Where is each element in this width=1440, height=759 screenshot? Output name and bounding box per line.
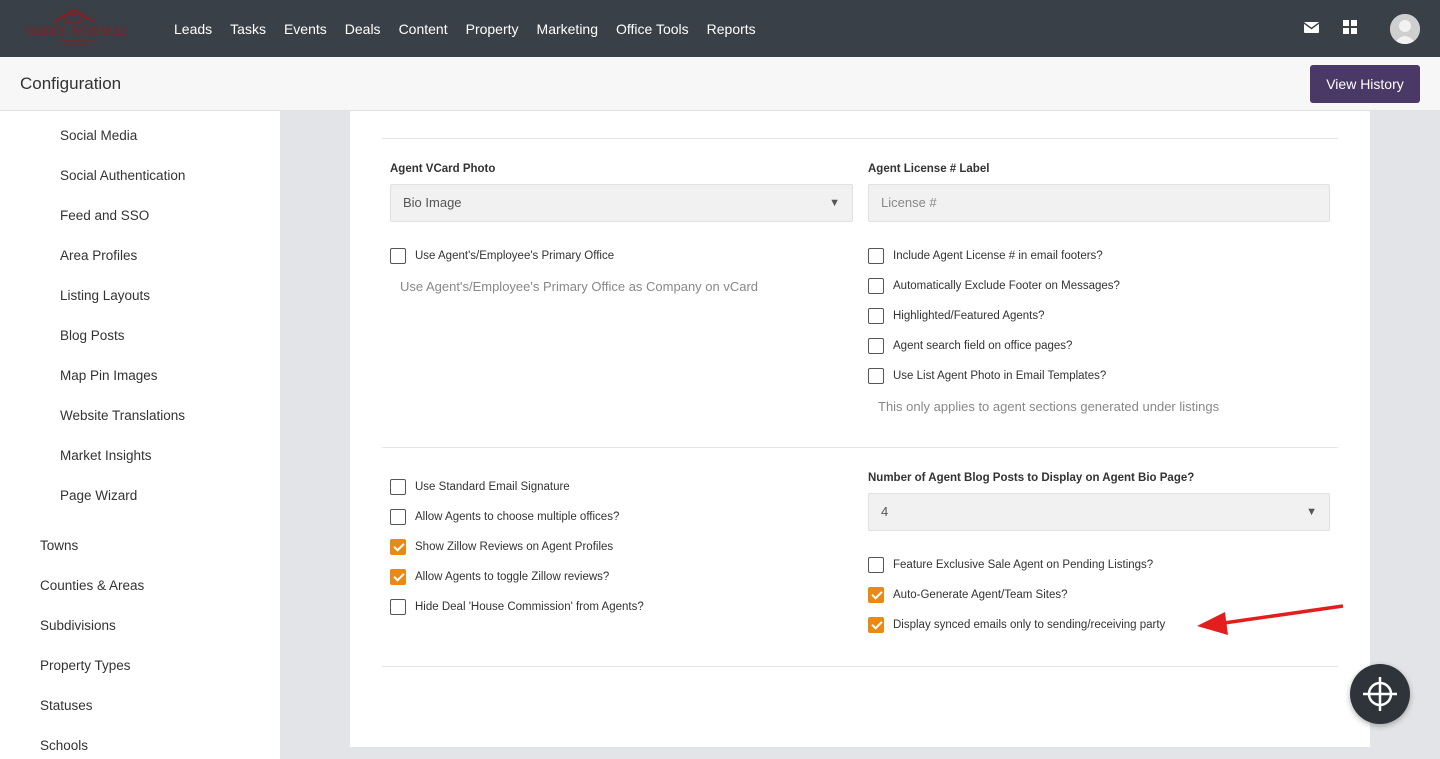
- sidebar-item-social-authentication[interactable]: Social Authentication: [60, 168, 185, 183]
- caret-down-icon: ▼: [1306, 506, 1317, 518]
- nav-events[interactable]: Events: [284, 21, 327, 37]
- checkbox-checked[interactable]: [868, 617, 884, 633]
- nav-marketing[interactable]: Marketing: [537, 21, 598, 37]
- license-label-input[interactable]: License #: [868, 184, 1330, 222]
- sidebar-item-website-translations[interactable]: Website Translations: [60, 408, 185, 423]
- checkbox-label: Auto-Generate Agent/Team Sites?: [893, 589, 1068, 601]
- view-history-button[interactable]: View History: [1310, 65, 1420, 103]
- checkbox-label: Hide Deal 'House Commission' from Agents…: [415, 601, 644, 613]
- license-label-placeholder: License #: [881, 195, 937, 210]
- avatar[interactable]: [1390, 14, 1420, 44]
- checkbox-row[interactable]: Display synced emails only to sending/re…: [868, 617, 1165, 633]
- checkbox-row[interactable]: Automatically Exclude Footer on Messages…: [868, 278, 1120, 294]
- checkbox[interactable]: [868, 557, 884, 573]
- sidebar-item-blog-posts[interactable]: Blog Posts: [60, 328, 125, 343]
- checkbox-label: Show Zillow Reviews on Agent Profiles: [415, 541, 614, 553]
- checkbox-row[interactable]: Include Agent License # in email footers…: [868, 248, 1103, 264]
- checkbox[interactable]: [868, 248, 884, 264]
- sidebar-item-feed-and-sso[interactable]: Feed and SSO: [60, 208, 149, 223]
- checkbox[interactable]: [390, 599, 406, 615]
- checkbox[interactable]: [868, 278, 884, 294]
- sidebar-item-property-types[interactable]: Property Types: [40, 658, 131, 673]
- checkbox-row[interactable]: Hide Deal 'House Commission' from Agents…: [390, 599, 644, 615]
- checkbox[interactable]: [868, 368, 884, 384]
- blog-posts-label: Number of Agent Blog Posts to Display on…: [868, 472, 1195, 484]
- sidebar-item-subdivisions[interactable]: Subdivisions: [40, 618, 116, 633]
- sidebar-item-area-profiles[interactable]: Area Profiles: [60, 248, 137, 263]
- sidebar: Social Media Social Authentication Feed …: [0, 111, 280, 759]
- checkbox-row[interactable]: Use List Agent Photo in Email Templates?: [868, 368, 1106, 384]
- checkbox-checked[interactable]: [868, 587, 884, 603]
- crosshair-icon: [1363, 677, 1397, 711]
- vcard-photo-label: Agent VCard Photo: [390, 163, 496, 175]
- page-title: Configuration: [20, 74, 122, 93]
- blog-posts-value: 4: [881, 504, 889, 519]
- checkbox-row[interactable]: Allow Agents to toggle Zillow reviews?: [390, 569, 609, 585]
- sidebar-item-listing-layouts[interactable]: Listing Layouts: [60, 288, 150, 303]
- help-text: This only applies to agent sections gene…: [878, 399, 1220, 414]
- checkbox-label: Use Standard Email Signature: [415, 481, 570, 493]
- checkbox[interactable]: [868, 338, 884, 354]
- nav-deals[interactable]: Deals: [345, 21, 381, 37]
- checkbox-row[interactable]: Allow Agents to choose multiple offices?: [390, 509, 619, 525]
- checkbox-row[interactable]: Use Agent's/Employee's Primary Office: [390, 248, 614, 264]
- nav-leads[interactable]: Leads: [174, 21, 212, 37]
- checkbox-row[interactable]: Agent search field on office pages?: [868, 338, 1072, 354]
- checkbox[interactable]: [868, 308, 884, 324]
- sidebar-item-social-media[interactable]: Social Media: [60, 128, 137, 143]
- help-text: Use Agent's/Employee's Primary Office as…: [400, 279, 759, 294]
- checkbox-label: Highlighted/Featured Agents?: [893, 310, 1045, 322]
- checkbox[interactable]: [390, 479, 406, 495]
- nav-tasks[interactable]: Tasks: [230, 21, 266, 37]
- svg-text:HARRY NORMAN: HARRY NORMAN: [26, 23, 126, 38]
- checkbox-label: Use List Agent Photo in Email Templates?: [893, 370, 1107, 382]
- main-nav: Leads Tasks Events Deals Content Propert…: [174, 0, 774, 57]
- caret-down-icon: ▼: [829, 197, 840, 209]
- top-navbar: HARRY NORMAN Leads Tasks Events Deals Co…: [0, 0, 1440, 57]
- vcard-photo-value: Bio Image: [403, 195, 462, 210]
- mail-icon[interactable]: [1304, 21, 1319, 34]
- nav-content[interactable]: Content: [399, 21, 448, 37]
- company-logo[interactable]: HARRY NORMAN: [20, 6, 131, 50]
- vcard-photo-select[interactable]: Bio Image ▼: [390, 184, 853, 222]
- divider: [382, 447, 1338, 448]
- sidebar-item-schools[interactable]: Schools: [40, 738, 88, 753]
- blog-posts-select[interactable]: 4 ▼: [868, 493, 1330, 531]
- crosshair-button[interactable]: [1350, 664, 1410, 724]
- divider: [382, 666, 1338, 667]
- nav-property[interactable]: Property: [466, 21, 519, 37]
- checkbox-row[interactable]: Show Zillow Reviews on Agent Profiles: [390, 539, 613, 555]
- page-header: Configuration View History: [0, 57, 1440, 111]
- checkbox-label: Include Agent License # in email footers…: [893, 250, 1103, 262]
- checkbox-row[interactable]: Auto-Generate Agent/Team Sites?: [868, 587, 1068, 603]
- nav-reports[interactable]: Reports: [707, 21, 756, 37]
- checkbox-row[interactable]: Feature Exclusive Sale Agent on Pending …: [868, 557, 1153, 573]
- checkbox-row[interactable]: Use Standard Email Signature: [390, 479, 570, 495]
- sidebar-item-counties-areas[interactable]: Counties & Areas: [40, 578, 144, 593]
- sidebar-item-map-pin-images[interactable]: Map Pin Images: [60, 368, 158, 383]
- checkbox-checked[interactable]: [390, 569, 406, 585]
- sidebar-item-market-insights[interactable]: Market Insights: [60, 448, 152, 463]
- checkbox-row[interactable]: Highlighted/Featured Agents?: [868, 308, 1045, 324]
- nav-office-tools[interactable]: Office Tools: [616, 21, 689, 37]
- checkbox-label: Use Agent's/Employee's Primary Office: [415, 250, 615, 262]
- checkbox-label: Allow Agents to toggle Zillow reviews?: [415, 571, 610, 583]
- grid-icon[interactable]: [1343, 20, 1357, 34]
- checkbox-label: Feature Exclusive Sale Agent on Pending …: [893, 559, 1154, 571]
- checkbox-checked[interactable]: [390, 539, 406, 555]
- divider: [382, 138, 1338, 139]
- license-label-heading: Agent License # Label: [868, 163, 990, 175]
- sidebar-item-page-wizard[interactable]: Page Wizard: [60, 488, 137, 503]
- checkbox-label: Allow Agents to choose multiple offices?: [415, 511, 620, 523]
- checkbox-label: Agent search field on office pages?: [893, 340, 1073, 352]
- sidebar-item-statuses[interactable]: Statuses: [40, 698, 93, 713]
- checkbox[interactable]: [390, 248, 406, 264]
- annotation-arrow-icon: [1197, 604, 1344, 635]
- checkbox-label: Display synced emails only to sending/re…: [893, 619, 1166, 631]
- checkbox[interactable]: [390, 509, 406, 525]
- sidebar-item-towns[interactable]: Towns: [40, 538, 78, 553]
- checkbox-label: Automatically Exclude Footer on Messages…: [893, 280, 1120, 292]
